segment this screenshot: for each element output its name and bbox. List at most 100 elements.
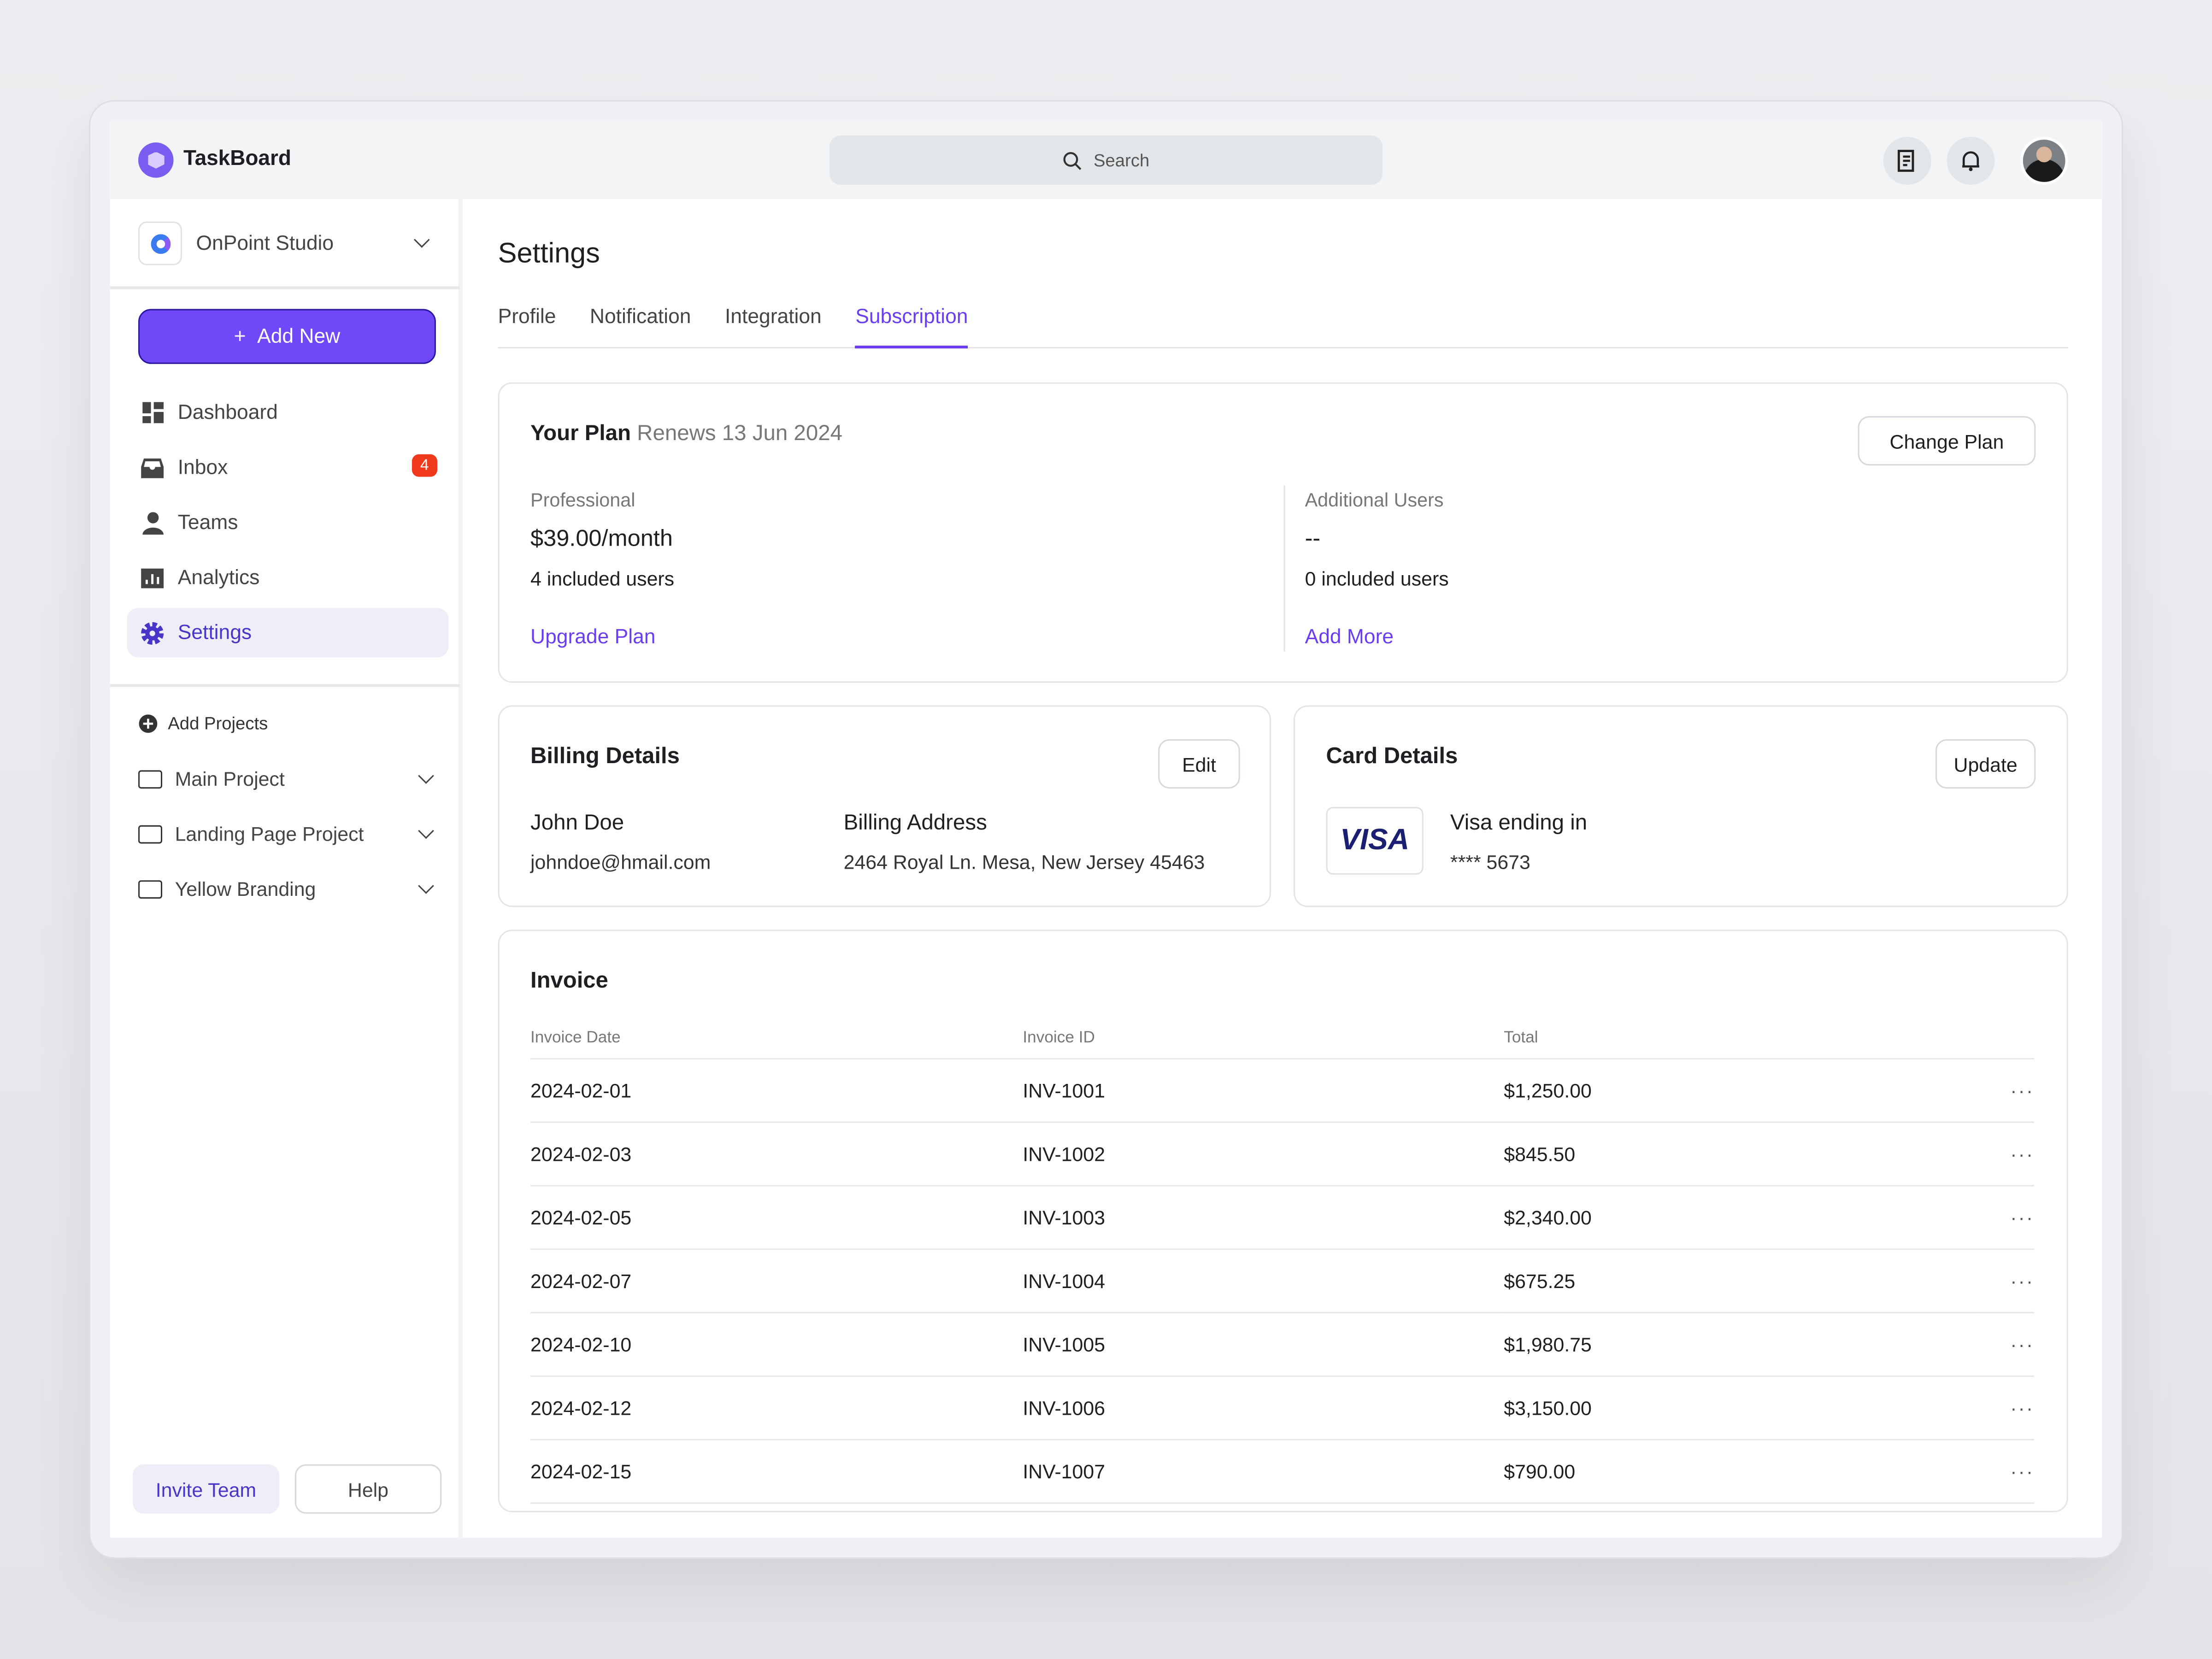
- bell-icon: [1962, 151, 1979, 171]
- table-row[interactable]: 2024-02-12 INV-1006 $3,150.00 ···: [530, 1375, 2035, 1440]
- invoice-total: $1,250.00: [1504, 1058, 1978, 1123]
- tab-notification[interactable]: Notification: [590, 306, 691, 348]
- invoice-id: INV-1007: [1023, 1439, 1504, 1503]
- sidebar-item-dashboard[interactable]: Dashboard: [127, 388, 449, 437]
- add-more-link[interactable]: Add More: [1305, 626, 1394, 649]
- table-row[interactable]: 2024-02-15 INV-1007 $790.00 ···: [530, 1439, 2035, 1503]
- add-new-button[interactable]: + Add New: [138, 309, 436, 364]
- more-options-icon[interactable]: ···: [1977, 1058, 2035, 1123]
- sidebar-item-label: Dashboard: [177, 401, 278, 424]
- column-header-actions: [1977, 1018, 2035, 1059]
- folder-icon: [138, 824, 163, 843]
- invoice-id: INV-1006: [1023, 1375, 1504, 1440]
- sidebar-item-settings[interactable]: Settings: [127, 608, 449, 658]
- table-row[interactable]: 2024-02-05 INV-1003 $2,340.00 ···: [530, 1185, 2035, 1249]
- card-number: **** 5673: [1450, 850, 1530, 873]
- change-plan-button[interactable]: Change Plan: [1858, 416, 2036, 466]
- sidebar-item-teams[interactable]: Teams: [127, 498, 449, 547]
- invoice-date: 2024-02-15: [530, 1439, 1023, 1503]
- chevron-down-icon[interactable]: [418, 823, 434, 839]
- app-name: TaskBoard: [183, 147, 291, 171]
- column-header: Invoice ID: [1023, 1018, 1504, 1059]
- invoice-id: INV-1002: [1023, 1121, 1504, 1186]
- plus-circle-icon: [139, 714, 158, 733]
- billing-title: Billing Details: [530, 745, 680, 769]
- more-options-icon[interactable]: ···: [1977, 1121, 2035, 1186]
- sidebar-item-label: Teams: [177, 511, 238, 534]
- more-options-icon[interactable]: ···: [1977, 1439, 2035, 1503]
- upgrade-plan-link[interactable]: Upgrade Plan: [530, 626, 655, 649]
- chevron-down-icon[interactable]: [413, 232, 430, 248]
- invite-team-button[interactable]: Invite Team: [132, 1464, 280, 1514]
- table-row[interactable]: 2024-02-10 INV-1005 $1,980.75 ···: [530, 1312, 2035, 1377]
- edit-button[interactable]: Edit: [1158, 739, 1240, 789]
- invoice-title: Invoice: [530, 969, 608, 994]
- tab-integration[interactable]: Integration: [725, 306, 822, 348]
- invoice-id: INV-1003: [1023, 1185, 1504, 1249]
- invoice-total: $1,980.75: [1504, 1312, 1978, 1377]
- search-input[interactable]: Search: [829, 135, 1382, 185]
- invoice-id: INV-1001: [1023, 1058, 1504, 1123]
- plan-renewal: Renews 13 Jun 2024: [637, 422, 843, 446]
- invoice-card: Invoice Invoice Date Invoice ID Total 20…: [498, 930, 2068, 1512]
- user-icon: [141, 511, 164, 534]
- project-item[interactable]: Landing Page Project: [138, 823, 437, 845]
- sidebar-item-inbox[interactable]: Inbox 4: [127, 443, 449, 492]
- invoice-date: 2024-02-12: [530, 1375, 1023, 1440]
- inbox-badge: 4: [412, 454, 437, 477]
- invoice-id: INV-1005: [1023, 1312, 1504, 1377]
- settings-tabs: Profile Notification Integration Subscri…: [498, 306, 2068, 349]
- document-button[interactable]: [1883, 136, 1931, 185]
- invoice-total: $2,340.00: [1504, 1185, 1978, 1249]
- add-projects-button[interactable]: Add Projects: [138, 714, 437, 734]
- tab-subscription[interactable]: Subscription: [855, 306, 968, 349]
- invoice-id: INV-1004: [1023, 1248, 1504, 1313]
- billing-name: John Doe: [530, 811, 624, 835]
- table-header: Invoice Date Invoice ID Total: [530, 1018, 2035, 1059]
- billing-address-label: Billing Address: [843, 811, 987, 835]
- folder-icon: [138, 769, 163, 788]
- billing-card: Billing Details Edit John Doe johndoe@hm…: [498, 705, 1271, 907]
- invoice-date: 2024-02-03: [530, 1121, 1023, 1186]
- additional-users-price: --: [1305, 526, 1321, 552]
- logo-icon: [138, 142, 174, 178]
- workspace-name[interactable]: OnPoint Studio: [196, 233, 334, 255]
- divider: [110, 286, 460, 289]
- invoice-date: 2024-02-01: [530, 1058, 1023, 1123]
- more-options-icon[interactable]: ···: [1977, 1185, 2035, 1249]
- top-bar: TaskBoard Search: [110, 121, 2102, 199]
- add-new-label: Add New: [257, 325, 341, 348]
- billing-email: johndoe@hmail.com: [530, 850, 711, 873]
- additional-users-count: 0 included users: [1305, 567, 1449, 590]
- plan-price: $39.00/month: [530, 526, 673, 552]
- card-title: Card Details: [1326, 745, 1458, 769]
- table-row[interactable]: 2024-02-03 INV-1002 $845.50 ···: [530, 1121, 2035, 1186]
- sidebar-item-analytics[interactable]: Analytics: [127, 553, 449, 602]
- more-options-icon[interactable]: ···: [1977, 1248, 2035, 1313]
- invoice-total: $675.25: [1504, 1248, 1978, 1313]
- invoice-total: $790.00: [1504, 1439, 1978, 1503]
- chevron-down-icon[interactable]: [418, 878, 434, 894]
- chevron-down-icon[interactable]: [418, 768, 434, 784]
- billing-address: 2464 Royal Ln. Mesa, New Jersey 45463: [843, 850, 1205, 873]
- project-item[interactable]: Yellow Branding: [138, 877, 437, 900]
- column-header: Total: [1504, 1018, 1978, 1059]
- table-row[interactable]: 2024-02-07 INV-1004 $675.25 ···: [530, 1248, 2035, 1313]
- project-item[interactable]: Main Project: [138, 767, 437, 790]
- more-options-icon[interactable]: ···: [1977, 1375, 2035, 1440]
- project-name: Landing Page Project: [175, 822, 364, 845]
- inbox-icon: [141, 456, 164, 479]
- user-avatar[interactable]: [2020, 136, 2068, 185]
- plan-card: Your Plan Renews 13 Jun 2024 Change Plan…: [498, 382, 2068, 683]
- update-button[interactable]: Update: [1935, 739, 2036, 789]
- notification-button[interactable]: [1947, 136, 1995, 185]
- folder-icon: [138, 879, 163, 898]
- invoice-date: 2024-02-10: [530, 1312, 1023, 1377]
- more-options-icon[interactable]: ···: [1977, 1312, 2035, 1377]
- table-row[interactable]: 2024-02-01 INV-1001 $1,250.00 ···: [530, 1058, 2035, 1123]
- page-title: Settings: [498, 238, 600, 270]
- tab-profile[interactable]: Profile: [498, 306, 556, 348]
- help-button[interactable]: Help: [294, 1464, 442, 1514]
- invoice-total: $3,150.00: [1504, 1375, 1978, 1440]
- main-content: Settings Profile Notification Integratio…: [498, 199, 2068, 1538]
